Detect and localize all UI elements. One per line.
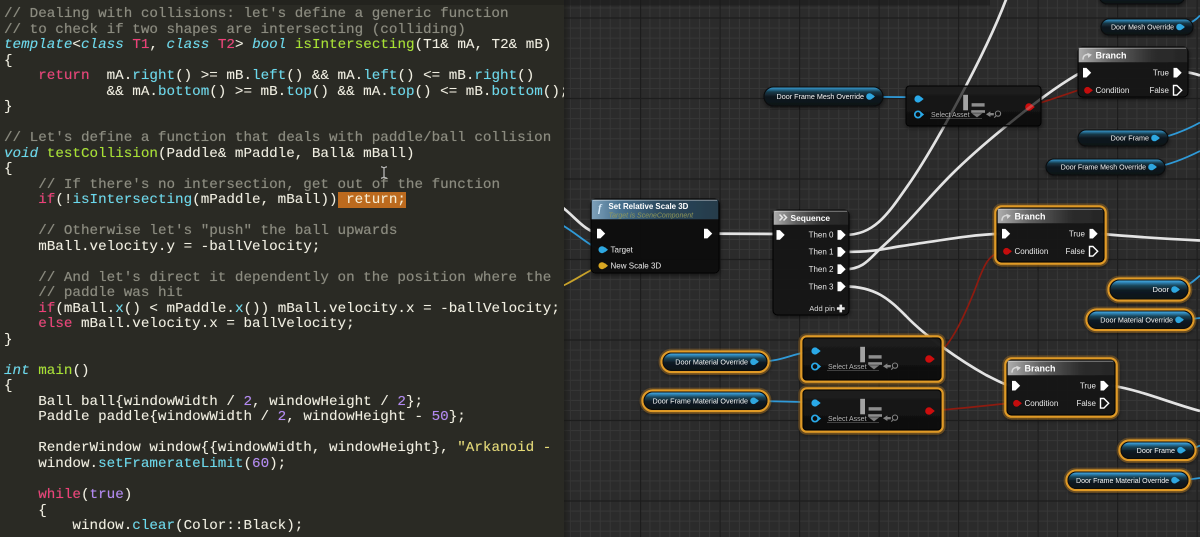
svg-text:Door Frame Mesh Override: Door Frame Mesh Override — [1061, 165, 1146, 172]
svg-text:Then 2: Then 2 — [809, 265, 834, 274]
svg-text:Then 1: Then 1 — [809, 248, 834, 257]
svg-text:Condition: Condition — [1096, 86, 1130, 95]
svg-text:Set Relative Scale 3D: Set Relative Scale 3D — [609, 202, 689, 211]
svg-text:Then 0: Then 0 — [809, 231, 834, 240]
svg-text:Sequence: Sequence — [791, 213, 831, 223]
svg-text:Condition: Condition — [1025, 399, 1059, 408]
svg-text:Door Frame Material Override: Door Frame Material Override — [1076, 478, 1169, 485]
svg-text:Target: Target — [611, 245, 634, 254]
svg-text:Door Frame Material Override: Door Frame Material Override — [653, 396, 748, 405]
svg-text:Door: Door — [1153, 285, 1170, 294]
svg-text:Branch: Branch — [1015, 211, 1046, 221]
svg-text:Branch: Branch — [1096, 50, 1127, 60]
svg-text:False: False — [1076, 399, 1096, 408]
svg-text:New Scale 3D: New Scale 3D — [611, 261, 662, 270]
svg-text:True: True — [1080, 382, 1097, 391]
svg-text:Select Asset: Select Asset — [828, 416, 867, 423]
svg-text:False: False — [1149, 86, 1169, 95]
svg-text:True: True — [1153, 69, 1170, 78]
svg-text:Add pin: Add pin — [809, 304, 835, 313]
svg-text:Then 3: Then 3 — [809, 282, 834, 291]
svg-text:False: False — [1065, 247, 1085, 256]
svg-text:True: True — [1069, 230, 1086, 239]
svg-text:Select Asset: Select Asset — [828, 364, 867, 371]
svg-text:Door Material Override: Door Material Override — [675, 357, 748, 366]
svg-text:Door Frame: Door Frame — [1137, 446, 1175, 455]
svg-text:Door Frame Mesh Override: Door Frame Mesh Override — [777, 92, 864, 101]
svg-text:Door Mesh Override: Door Mesh Override — [1111, 25, 1174, 32]
svg-text:Target is SceneComponent: Target is SceneComponent — [609, 212, 695, 219]
svg-text:Door Frame: Door Frame — [1111, 134, 1149, 143]
svg-text:Condition: Condition — [1015, 247, 1049, 256]
svg-text:Branch: Branch — [1025, 363, 1056, 373]
svg-text:Door Material Override: Door Material Override — [1100, 315, 1173, 324]
